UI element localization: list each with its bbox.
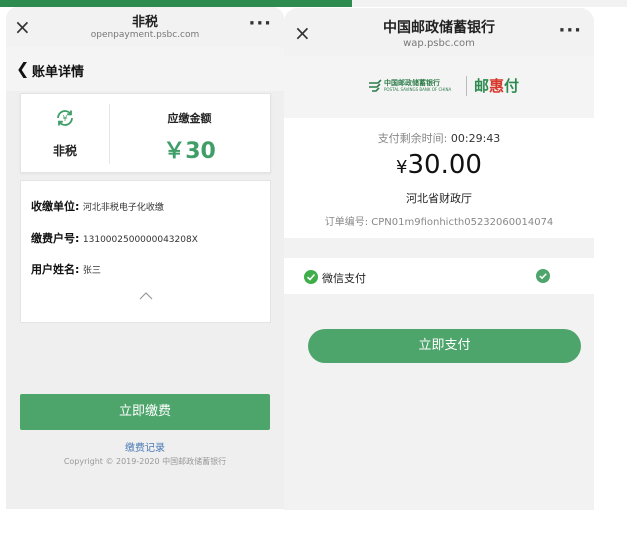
user-name-row: 用户姓名: 张三 [31, 261, 101, 277]
page-title: 账单详情 [32, 65, 85, 80]
right-browser-bar: × 中国邮政储蓄银行 wap.psbc.com ··· [284, 8, 594, 56]
brand-separator [466, 76, 467, 96]
brand-header: 中国邮政储蓄银行 POSTAL SAVINGS BANK OF CHINA 邮惠… [284, 56, 594, 118]
account-row: 缴费户号: 1310002500000043208X [31, 230, 198, 246]
top-strip [0, 0, 352, 7]
browser-title: 中国邮政储蓄银行 [383, 20, 495, 36]
payee-unit-row: 收缴单位: 河北非税电子化收缴 [31, 198, 164, 214]
order-panel: 支付剩余时间: 00:29:43 ¥30.00 河北省财政厅 订单编号: CPN… [284, 118, 594, 238]
right-phone-screen: × 中国邮政储蓄银行 wap.psbc.com ··· 中国邮政储蓄银行 POS… [284, 8, 594, 510]
wechat-pay-option[interactable]: 微信支付 [284, 258, 594, 294]
copyright: Copyright © 2019-2020 中国邮政储蓄银行 [63, 457, 227, 466]
due-amount-value: ￥30 [163, 139, 216, 164]
order-number: 订单编号: CPN01m9fionhicth05232060014074 [324, 217, 554, 228]
yuan-refresh-icon: ¥ [57, 110, 73, 126]
browser-title: 非税 [131, 15, 158, 30]
youhuifu-logo: 邮惠付 [474, 77, 520, 95]
page-header: ❮ 账单详情 [6, 47, 284, 91]
more-icon[interactable]: ··· [558, 20, 582, 41]
remaining-time: 支付剩余时间: 00:29:43 [377, 132, 501, 145]
user-name-key: 用户姓名: [31, 263, 80, 276]
bill-info-card: 收缴单位: 河北非税电子化收缴 缴费户号: 131000250000004320… [20, 180, 271, 323]
payee-name: 河北省财政厅 [406, 192, 472, 205]
payee-unit-value: 河北非税电子化收缴 [82, 203, 164, 213]
selected-check-icon[interactable] [536, 269, 550, 283]
left-phone-screen: × 非税 openpayment.psbc.com ··· ❮ 账单详情 ¥ 非… [6, 7, 284, 509]
more-icon[interactable]: ··· [248, 13, 272, 34]
pay-amount: ¥30.00 [396, 150, 482, 180]
account-key: 缴费户号: [31, 232, 80, 245]
pay-now-button[interactable]: 立即支付 [308, 329, 581, 363]
amount-card: ¥ 非税 应缴金额 ￥30 [20, 93, 271, 173]
left-browser-bar: × 非税 openpayment.psbc.com ··· [6, 7, 284, 47]
back-icon[interactable]: ❮ [16, 59, 29, 78]
tax-type-label: 非税 [52, 144, 77, 158]
payment-records-link[interactable]: 缴费记录 [6, 439, 284, 454]
psbc-logo-icon [369, 79, 382, 92]
account-value: 1310002500000043208X [82, 235, 198, 245]
collapse-icon[interactable] [21, 285, 270, 304]
top-strip-right [352, 0, 627, 7]
browser-url: openpayment.psbc.com [90, 30, 200, 40]
due-amount-label: 应缴金额 [167, 112, 212, 125]
wechat-pay-icon [304, 270, 318, 284]
pay-now-button[interactable]: 立即缴费 [20, 394, 270, 430]
wechat-pay-label: 微信支付 [322, 272, 366, 285]
bank-name-en: POSTAL SAVINGS BANK OF CHINA [384, 87, 452, 92]
payee-unit-key: 收缴单位: [31, 200, 80, 213]
browser-url: wap.psbc.com [403, 38, 475, 49]
user-name-value: 张三 [82, 266, 101, 276]
svg-text:¥: ¥ [62, 114, 67, 123]
